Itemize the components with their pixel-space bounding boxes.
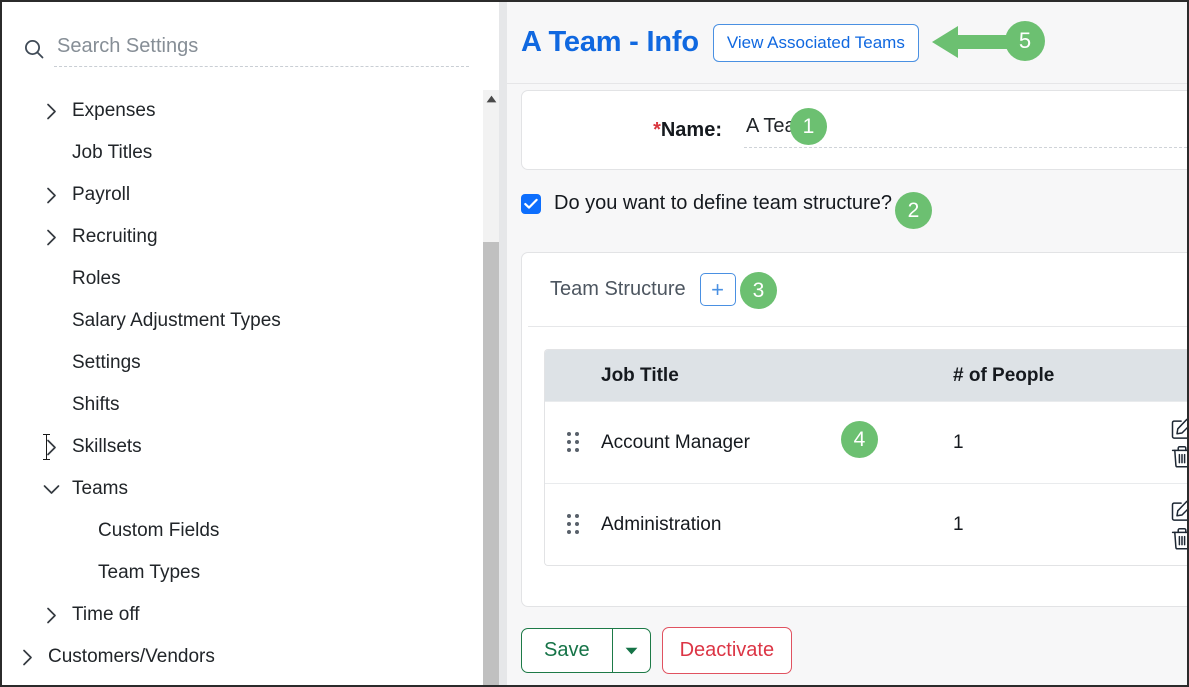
chevron-right-icon[interactable] (38, 438, 64, 457)
define-structure-checkbox[interactable] (521, 193, 541, 214)
sidebar-item-label: Skillsets (72, 436, 142, 457)
table-header-row: Job Title # of People (545, 350, 1187, 401)
edit-icon[interactable] (1169, 416, 1187, 442)
define-structure-checkbox-label[interactable]: Do you want to define team structure? (554, 192, 892, 215)
name-input-wrap (744, 108, 1187, 152)
settings-sidebar: Expenses Job Titles Payroll Recruiting Roles… (2, 2, 499, 685)
chevron-right-icon[interactable] (38, 102, 64, 121)
search-input[interactable] (54, 34, 469, 64)
sidebar-item-label: Team Types (98, 562, 201, 583)
team-structure-table: Job Title # of People Account Manager 1 Ad… (544, 349, 1187, 566)
name-card: *Name: (521, 90, 1187, 170)
name-label: *Name: (522, 119, 722, 142)
sidebar-item-label: Roles (72, 268, 121, 289)
search-underline (54, 66, 469, 67)
name-input[interactable] (744, 114, 1187, 146)
sidebar-item-label: Salary Adjustment Types (72, 310, 281, 331)
text-cursor-icon (43, 434, 50, 460)
required-marker: * (653, 118, 661, 141)
sidebar-item-label: Shifts (72, 394, 120, 415)
edit-icon[interactable] (1169, 498, 1187, 524)
add-structure-button[interactable]: + (699, 273, 736, 306)
team-structure-header: Team Structure + (528, 253, 1187, 327)
settings-nav-list: Expenses Job Titles Payroll Recruiting Roles… (2, 90, 472, 685)
column-header-job-title: Job Title (601, 364, 679, 386)
sidebar-item-label: Teams (72, 478, 128, 499)
drag-handle-icon[interactable] (545, 432, 601, 453)
panel-header: A Team - Info View Associated Teams (507, 2, 1187, 84)
sidebar-item-label: Customers/Vendors (48, 646, 215, 667)
sidebar-item-salary-adjustment-types[interactable]: Salary Adjustment Types (2, 300, 472, 342)
row-actions (1153, 498, 1187, 552)
sidebar-item-recruiting[interactable]: Recruiting (2, 216, 472, 258)
chevron-right-icon[interactable] (14, 648, 40, 667)
sidebar-item-time-off[interactable]: Time off (2, 594, 472, 636)
team-info-panel: A Team - Info View Associated Teams *Nam… (507, 2, 1187, 685)
chevron-down-icon[interactable] (38, 483, 64, 496)
drag-handle-icon[interactable] (545, 514, 601, 535)
sidebar-divider (499, 2, 507, 685)
sidebar-item-label: Recruiting (72, 226, 158, 247)
search-field (54, 29, 469, 69)
save-button[interactable]: Save (522, 629, 612, 672)
sidebar-item-label: Expenses (72, 100, 156, 121)
sidebar-item-skillsets[interactable]: Skillsets (2, 426, 472, 468)
cell-job-title: Administration (601, 513, 722, 535)
cell-people-count: 1 (953, 431, 964, 453)
deactivate-button[interactable]: Deactivate (661, 627, 793, 674)
delete-icon[interactable] (1169, 526, 1187, 552)
sidebar-item-payroll[interactable]: Payroll (2, 174, 472, 216)
delete-icon[interactable] (1169, 444, 1187, 470)
name-label-text: Name: (660, 118, 722, 141)
sidebar-item-customers-vendors[interactable]: Customers/Vendors (2, 636, 472, 678)
view-associated-teams-button[interactable]: View Associated Teams (712, 23, 919, 62)
chevron-right-icon[interactable] (38, 228, 64, 247)
sidebar-scrollbar-thumb[interactable] (483, 242, 499, 685)
sidebar-item-team-types[interactable]: Team Types (2, 552, 472, 594)
sidebar-item-label: Job Titles (72, 142, 153, 163)
define-structure-row: Do you want to define team structure? (521, 192, 892, 215)
table-body: Account Manager 1 Administration 1 (545, 401, 1187, 565)
sidebar-item-expenses[interactable]: Expenses (2, 90, 472, 132)
save-button-group: Save (521, 628, 651, 673)
search-icon[interactable] (14, 37, 54, 61)
sidebar-item-label: Settings (72, 352, 141, 373)
chevron-right-icon[interactable] (38, 186, 64, 205)
scroll-up-arrow-icon[interactable] (483, 90, 499, 108)
cell-job-title: Account Manager (601, 431, 750, 453)
table-row[interactable]: Account Manager 1 (545, 401, 1187, 483)
page-title: A Team - Info (521, 26, 699, 58)
sidebar-item-label: Payroll (72, 184, 131, 205)
row-actions (1153, 416, 1187, 470)
table-row[interactable]: Administration 1 (545, 483, 1187, 565)
team-structure-title: Team Structure (550, 278, 686, 300)
sidebar-item-job-titles[interactable]: Job Titles (2, 132, 472, 174)
search-row (2, 24, 499, 74)
sidebar-item-custom-fields[interactable]: Custom Fields (2, 510, 472, 552)
check-icon (524, 198, 538, 209)
team-structure-card: Team Structure + Job Title # of People A… (521, 252, 1187, 607)
sidebar-item-roles[interactable]: Roles (2, 258, 472, 300)
sidebar-item-shifts[interactable]: Shifts (2, 384, 472, 426)
app-screenshot: Expenses Job Titles Payroll Recruiting Roles… (0, 0, 1189, 687)
sidebar-scrollbar-track[interactable] (483, 90, 499, 685)
chevron-right-icon[interactable] (38, 606, 64, 625)
cell-people-count: 1 (953, 513, 964, 535)
footer-actions: Save Deactivate (521, 627, 793, 674)
sidebar-item-label: Custom Fields (98, 520, 220, 541)
column-header-people: # of People (953, 364, 1055, 386)
save-dropdown-button[interactable] (611, 629, 650, 672)
sidebar-item-teams[interactable]: Teams (2, 468, 472, 510)
sidebar-item-settings[interactable]: Settings (2, 342, 472, 384)
name-input-underline (744, 147, 1187, 148)
caret-down-icon (625, 647, 637, 654)
sidebar-item-label: Time off (72, 604, 140, 625)
